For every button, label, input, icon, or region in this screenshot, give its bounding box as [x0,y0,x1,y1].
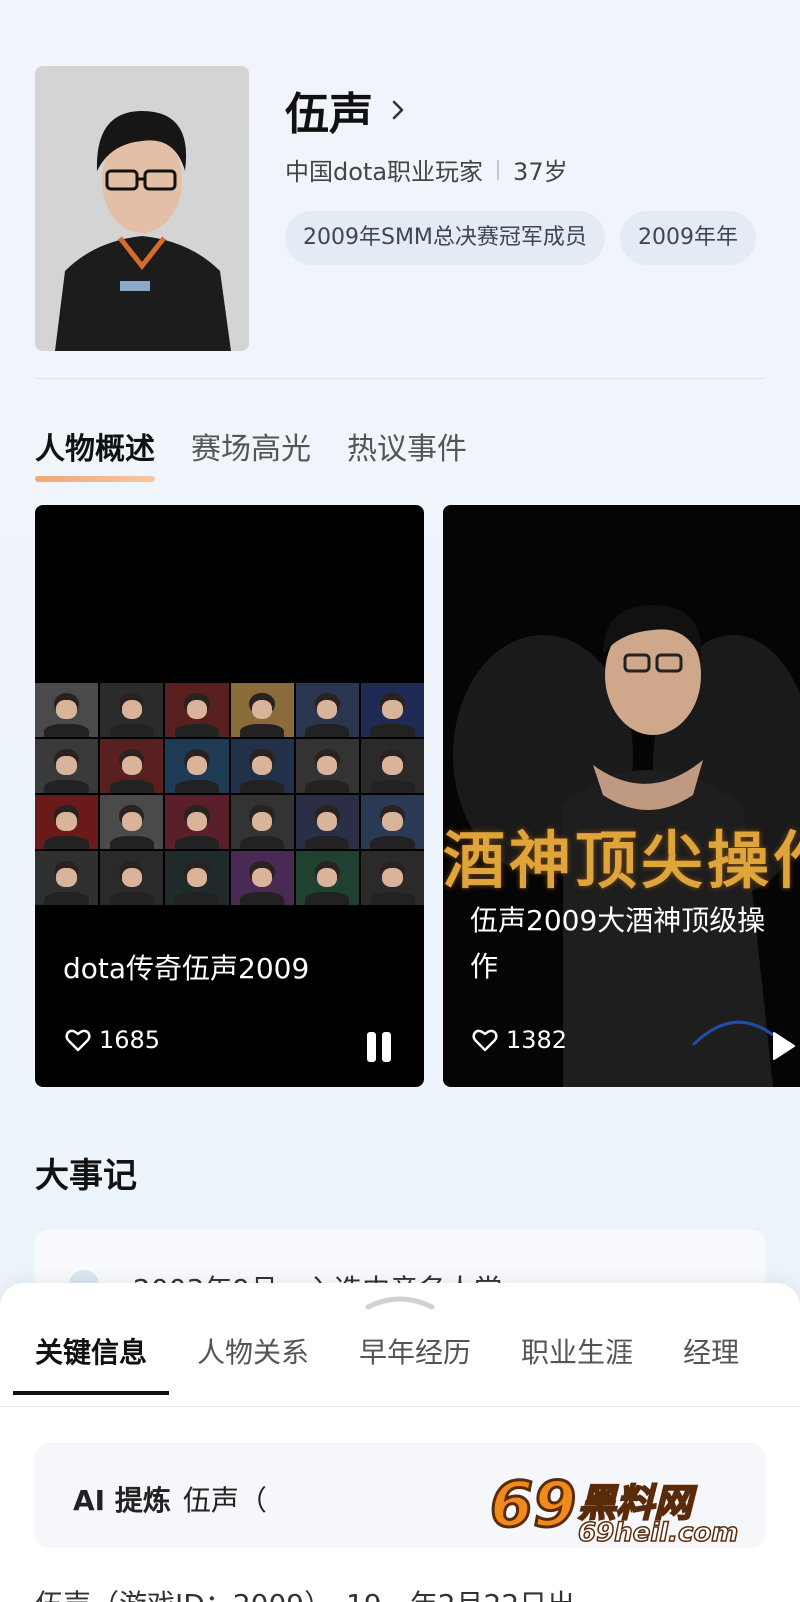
profile-subtitle: 中国dota职业玩家 37岁 [285,152,568,187]
collage-portrait [165,739,229,793]
collage-portrait [230,683,294,737]
pause-icon[interactable] [367,1032,391,1062]
sheet-tab-career[interactable]: 职业生涯 [499,1331,655,1371]
video-title: dota传奇伍声2009 [63,952,310,985]
collage-portrait [360,851,424,905]
video-banner-text: 酒神顶尖操作 [443,824,800,897]
video-card[interactable] [35,505,424,1087]
profile-age: 37岁 [513,158,568,186]
subtitle-divider [497,159,500,180]
video-thumbnail-collage [35,683,424,905]
collage-portrait [35,739,99,793]
ai-summary-text: 伍声（ [182,1484,267,1517]
heart-icon [65,1029,91,1052]
sheet-tab-manager[interactable]: 经理 [661,1331,761,1371]
content-tabs: 人物概述 赛场高光 热议事件 [35,424,467,482]
profile-avatar[interactable] [35,66,249,351]
header-divider [35,378,765,379]
sheet-handle-icon[interactable] [364,1291,436,1311]
profile-name-row[interactable]: 伍声 [285,78,409,142]
sheet-tabs: 关键信息 人物关系 早年经历 职业生涯 经理 [13,1331,761,1395]
video-card[interactable] [443,505,800,1087]
profile-tags: 2009年SMM总决赛冠军成员 2009年年 [285,211,765,265]
collage-portrait [35,795,99,849]
collage-portrait [295,795,359,849]
collage-portrait [165,795,229,849]
sheet-tab-relations[interactable]: 人物关系 [175,1331,331,1371]
sheet-tab-key-info[interactable]: 关键信息 [13,1331,170,1395]
collage-portrait [100,739,164,793]
collage-portrait [295,683,359,737]
collage-portrait [100,851,164,905]
collage-portrait [35,851,99,905]
collage-portrait [230,795,294,849]
profile-name: 伍声 [285,89,373,140]
collage-portrait [295,739,359,793]
watermark-number: 69 [488,1467,577,1543]
watermark-logo: 69 黑料网 69heil.com [488,1467,770,1556]
collage-portrait [360,683,424,737]
profile-tag[interactable]: 2009年年 [620,211,757,265]
avatar-photo [35,66,249,351]
ai-label: AI 提炼 [73,1484,171,1517]
play-icon[interactable] [772,1031,796,1061]
sheet-divider [0,1406,800,1407]
sheet-tab-early-life[interactable]: 早年经历 [337,1331,493,1371]
collage-portrait [165,683,229,737]
ai-summary: AI 提炼 伍声（ [73,1479,267,1519]
collage-portrait [100,683,164,737]
collage-portrait [35,683,99,737]
sheet-body-text: 伍声（游戏ID：2009），19__年2月22日出 [35,1583,575,1602]
video-thumbnail [443,505,800,1087]
collage-portrait [360,739,424,793]
like-count[interactable]: 1685 [65,1026,160,1054]
like-count-value: 1382 [506,1026,568,1054]
collage-portrait [360,795,424,849]
like-count-value: 1685 [99,1026,161,1054]
tab-overview[interactable]: 人物概述 [35,424,155,482]
profile-title: 中国dota职业玩家 [285,158,484,186]
collage-portrait [230,739,294,793]
collage-portrait [100,795,164,849]
chevron-right-icon [392,100,404,120]
tab-hot-events[interactable]: 热议事件 [347,424,467,468]
heart-icon [472,1029,498,1052]
collage-portrait [295,851,359,905]
watermark-url: 69heil.com [577,1517,739,1549]
profile-tag[interactable]: 2009年SMM总决赛冠军成员 [285,211,605,265]
like-count[interactable]: 1382 [472,1026,567,1054]
video-title: 伍声2009大酒神顶级操作 [470,904,766,983]
collage-portrait [165,851,229,905]
tab-highlights[interactable]: 赛场高光 [191,424,311,468]
milestones-title: 大事记 [35,1156,137,1196]
collage-portrait [230,851,294,905]
